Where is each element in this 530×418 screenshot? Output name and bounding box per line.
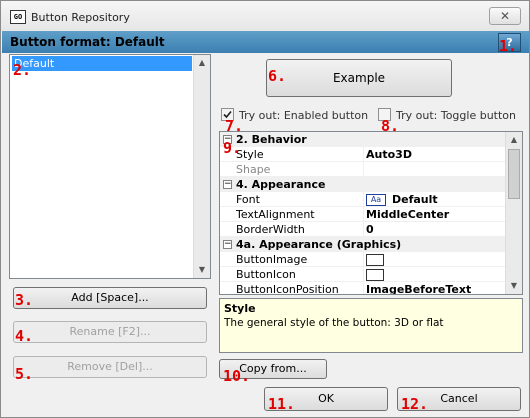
- property-row[interactable]: Style Auto3D: [220, 147, 508, 162]
- property-grid[interactable]: − 2. Behavior Style Auto3D Shape − 4. Ap…: [219, 131, 523, 295]
- try-toggle-label: Try out: Toggle button: [396, 109, 516, 122]
- property-value[interactable]: Aa Default: [366, 192, 438, 207]
- scroll-down-icon[interactable]: ▼: [194, 262, 210, 278]
- collapse-icon[interactable]: −: [223, 180, 232, 189]
- property-name: Shape: [236, 163, 271, 176]
- property-name: TextAlignment: [236, 208, 315, 221]
- description-panel: Style The general style of the button: 3…: [219, 298, 523, 353]
- category-behavior[interactable]: − 2. Behavior: [220, 132, 508, 147]
- rename-button[interactable]: Rename [F2]...: [13, 321, 207, 343]
- annotation-8: 8.: [381, 117, 400, 135]
- annotation-1: 1.: [499, 37, 518, 55]
- annotation-5: 5.: [15, 365, 34, 383]
- font-preview-icon: Aa: [366, 194, 386, 206]
- annotation-2: 2.: [13, 61, 32, 79]
- formats-listbox[interactable]: Default ▲ ▼: [9, 54, 211, 279]
- header-title: Button format: Default: [10, 35, 165, 49]
- property-name: ButtonImage: [236, 253, 308, 266]
- app-icon: GO: [10, 10, 26, 24]
- list-item[interactable]: Default: [12, 56, 192, 71]
- category-label: 4a. Appearance (Graphics): [236, 238, 402, 251]
- description-text: The general style of the button: 3D or f…: [224, 317, 444, 329]
- try-enabled-label: Try out: Enabled button: [239, 109, 369, 122]
- example-button[interactable]: Example: [266, 59, 452, 97]
- annotation-12: 12.: [401, 395, 429, 413]
- property-value[interactable]: [366, 267, 384, 282]
- property-name: Font: [236, 193, 260, 206]
- category-appearance-graphics[interactable]: − 4a. Appearance (Graphics): [220, 237, 508, 252]
- title-bar: GO Button Repository ✕: [1, 1, 529, 31]
- property-row[interactable]: ButtonImage: [220, 252, 508, 267]
- annotation-9: 9.: [223, 139, 242, 157]
- property-row[interactable]: BorderWidth 0: [220, 222, 508, 237]
- category-appearance[interactable]: − 4. Appearance: [220, 177, 508, 192]
- annotation-10: 10.: [223, 367, 251, 385]
- remove-button[interactable]: Remove [Del]...: [13, 356, 207, 378]
- grid-scrollbar[interactable]: ▲ ▼: [505, 132, 522, 294]
- property-row[interactable]: ButtonIconPosition ImageBeforeText: [220, 282, 508, 295]
- format-header: Button format: Default ?: [2, 31, 529, 53]
- property-value[interactable]: Auto3D: [366, 147, 412, 162]
- button-repository-window: GO Button Repository ✕ Button format: De…: [0, 0, 530, 418]
- property-name: BorderWidth: [236, 223, 305, 236]
- icon-swatch-icon: [366, 269, 384, 281]
- property-row[interactable]: Font Aa Default: [220, 192, 508, 207]
- category-label: 4. Appearance: [236, 178, 326, 191]
- scroll-up-icon[interactable]: ▲: [194, 55, 210, 71]
- property-value[interactable]: [366, 252, 384, 267]
- scroll-down-icon[interactable]: ▼: [506, 278, 522, 294]
- property-value[interactable]: 0: [366, 222, 374, 237]
- property-name: ButtonIcon: [236, 268, 296, 281]
- property-value[interactable]: MiddleCenter: [366, 207, 449, 222]
- annotation-3: 3.: [15, 291, 34, 309]
- scroll-thumb[interactable]: [508, 149, 520, 199]
- font-value: Default: [392, 193, 438, 206]
- close-button[interactable]: ✕: [489, 7, 521, 25]
- list-scrollbar[interactable]: ▲ ▼: [193, 55, 210, 278]
- add-button[interactable]: Add [Space]...: [13, 287, 207, 309]
- window-title: Button Repository: [31, 11, 130, 24]
- property-value[interactable]: ImageBeforeText: [366, 282, 471, 294]
- annotation-4: 4.: [15, 327, 34, 345]
- annotation-11: 11.: [268, 395, 296, 413]
- annotation-7: 7.: [225, 117, 244, 135]
- property-name: ButtonIconPosition: [236, 283, 339, 295]
- image-swatch-icon: [366, 254, 384, 266]
- description-title: Style: [224, 302, 256, 315]
- property-row[interactable]: TextAlignment MiddleCenter: [220, 207, 508, 222]
- annotation-6: 6.: [268, 67, 287, 85]
- property-row[interactable]: Shape: [220, 162, 508, 177]
- collapse-icon[interactable]: −: [223, 240, 232, 249]
- property-row[interactable]: ButtonIcon: [220, 267, 508, 282]
- category-label: 2. Behavior: [236, 133, 307, 146]
- scroll-up-icon[interactable]: ▲: [506, 132, 522, 148]
